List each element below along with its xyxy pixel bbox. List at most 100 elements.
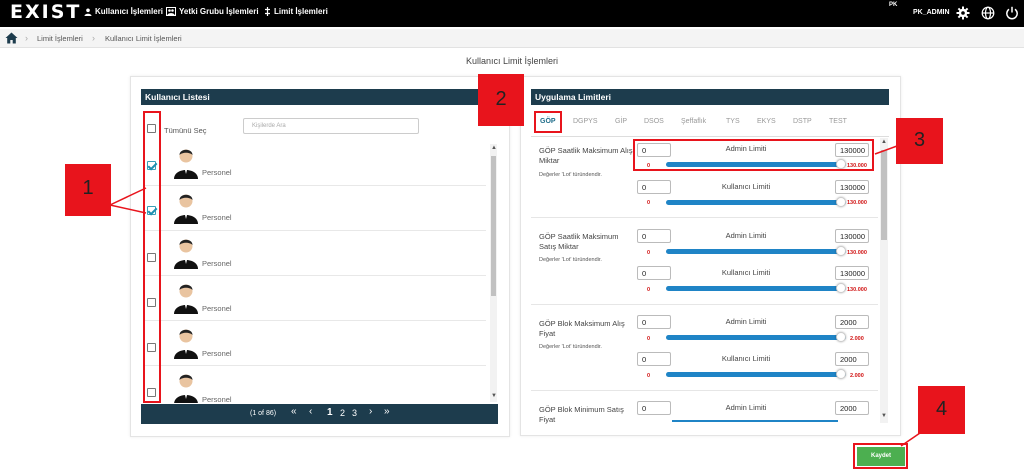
limits-scroll-thumb[interactable] — [881, 150, 887, 240]
limit-note: Değerler 'Lot' türündendir. — [539, 172, 602, 178]
tab-ekys[interactable]: EKYS — [757, 118, 776, 125]
group-icon — [166, 7, 176, 16]
user-icon — [84, 8, 92, 16]
annotation-box-2 — [534, 111, 562, 133]
scroll-up-icon[interactable]: ▲ — [491, 145, 497, 151]
limit-tabs: GÖP DGPYS GİP DSOS Şeffaflık TYS EKYS DS… — [531, 113, 889, 137]
page-3-button[interactable]: 3 — [352, 408, 357, 418]
tab-tys[interactable]: TYS — [726, 118, 740, 125]
page-title: Kullanıcı Limit İşlemleri — [465, 56, 559, 66]
page-info: (1 of 86) — [250, 410, 277, 417]
range-min-label: 0 — [647, 287, 651, 293]
annotation-box-1 — [143, 111, 161, 403]
pk-label: PK — [889, 2, 898, 8]
list-item[interactable]: Personel — [143, 321, 486, 366]
tab-gip[interactable]: GİP — [615, 118, 627, 125]
last-page-button[interactable]: » — [384, 406, 390, 417]
slider-handle[interactable] — [836, 283, 846, 293]
slider-handle[interactable] — [836, 197, 846, 207]
user-label: Personel — [202, 349, 232, 358]
user-max-input[interactable]: 130000 — [835, 266, 869, 280]
scroll-down-icon[interactable]: ▼ — [881, 413, 887, 419]
tab-dstp[interactable]: DSTP — [793, 118, 812, 125]
tab-dgpys[interactable]: DGPYS — [573, 118, 598, 125]
user-max-input[interactable]: 2000 — [835, 352, 869, 366]
nav-user-operations[interactable]: Kullanıcı İşlemleri — [84, 7, 163, 16]
slider-handle[interactable] — [836, 369, 846, 379]
list-item[interactable]: Personel — [143, 276, 486, 321]
user-label: Personel — [202, 395, 232, 403]
power-icon[interactable] — [1005, 6, 1019, 20]
admin-limit-slider[interactable] — [672, 420, 838, 422]
tab-test[interactable]: TEST — [829, 118, 847, 125]
limit-label: GÖP Blok Maksimum Alış Fiyat — [539, 319, 625, 338]
globe-icon[interactable] — [981, 6, 995, 20]
slider-handle[interactable] — [836, 332, 846, 342]
user-limit-slider[interactable] — [666, 372, 846, 377]
slider-handle[interactable] — [836, 246, 846, 256]
nav-limit-operations[interactable]: Limit İşlemleri — [264, 7, 328, 16]
admin-limit-slider[interactable] — [666, 335, 846, 340]
user-limit-slider[interactable] — [666, 200, 846, 205]
annotation-box-3 — [633, 139, 874, 171]
avatar-icon — [174, 284, 198, 314]
page-1-button[interactable]: 1 — [327, 407, 333, 418]
page-2-button[interactable]: 2 — [340, 408, 345, 418]
user-limit-title: Kullanıcı Limiti — [721, 268, 771, 277]
breadcrumb-item[interactable]: Limit İşlemleri — [37, 34, 83, 43]
first-page-button[interactable]: « — [291, 406, 297, 417]
admin-limit-title: Admin Limiti — [725, 317, 767, 326]
admin-max-input[interactable]: 2000 — [835, 401, 869, 415]
nav-label: Yetki Grubu İşlemleri — [179, 7, 259, 16]
range-max-label: 2.000 — [850, 336, 864, 342]
top-bar: EXIST Kullanıcı İşlemleri Yetki Grubu İş… — [0, 0, 1024, 27]
annotation-arrow — [109, 187, 147, 214]
limit-label: GÖP Blok Minimum Satış Fiyat — [539, 405, 624, 424]
limit-label: GÖP Saatlik Maksimum Satış Miktar — [539, 232, 619, 251]
home-icon[interactable] — [5, 32, 18, 44]
user-label: Personel — [202, 259, 232, 268]
pagination: (1 of 86) « ‹ 1 2 3 › » — [141, 404, 498, 424]
range-max-label: 130.000 — [847, 287, 867, 293]
avatar-icon — [174, 194, 198, 224]
select-all-label: Tümünü Seç — [164, 126, 207, 135]
range-min-label: 0 — [647, 373, 651, 379]
avatar-icon — [174, 329, 198, 359]
list-item[interactable]: Personel — [143, 186, 486, 231]
gear-icon[interactable] — [956, 6, 970, 20]
app-logo: EXIST — [10, 1, 82, 23]
nav-label: Limit İşlemleri — [274, 7, 328, 16]
user-list-header: Kullanıcı Listesi — [141, 89, 497, 105]
list-item[interactable]: Personel — [143, 231, 486, 276]
scroll-down-icon[interactable]: ▼ — [491, 393, 497, 399]
limit-icon — [265, 7, 270, 16]
nav-label: Kullanıcı İşlemleri — [95, 7, 164, 16]
range-max-label: 2.000 — [850, 373, 864, 379]
user-limit-slider[interactable] — [666, 286, 846, 291]
admin-max-input[interactable]: 130000 — [835, 229, 869, 243]
admin-limit-slider[interactable] — [666, 249, 846, 254]
user-menu[interactable]: PK_ADMIN — [913, 9, 950, 16]
limit-label: GÖP Saatlik Maksimum Alış Miktar — [539, 146, 633, 165]
annotation-label-4: 4 — [918, 386, 965, 434]
chevron-right-icon: › — [92, 33, 95, 43]
list-item[interactable]: Personel — [143, 366, 486, 403]
range-min-label: 0 — [647, 336, 651, 342]
range-max-label: 130.000 — [847, 250, 867, 256]
tab-dsos[interactable]: DSOS — [644, 118, 664, 125]
user-search-input[interactable]: Kişilerde Ara — [243, 118, 419, 134]
list-item[interactable]: Personel — [143, 141, 486, 186]
prev-page-button[interactable]: ‹ — [309, 406, 312, 417]
nav-group-operations[interactable]: Yetki Grubu İşlemleri — [166, 7, 259, 16]
breadcrumb: › Limit İşlemleri › Kullanıcı Limit İşle… — [0, 29, 1024, 48]
divider — [531, 304, 878, 305]
user-list-scroll-thumb[interactable] — [491, 156, 496, 296]
admin-max-input[interactable]: 2000 — [835, 315, 869, 329]
avatar-icon — [174, 374, 198, 403]
tab-seffaflik[interactable]: Şeffaflık — [681, 118, 706, 125]
user-max-input[interactable]: 130000 — [835, 180, 869, 194]
next-page-button[interactable]: › — [369, 406, 372, 417]
annotation-arrow — [900, 432, 921, 447]
user-label: Personel — [202, 304, 232, 313]
annotation-label-1: 1 — [65, 164, 111, 216]
